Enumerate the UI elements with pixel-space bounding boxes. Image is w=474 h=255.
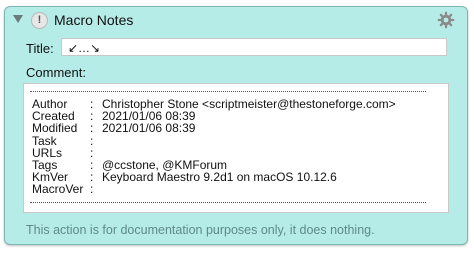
- comment-row-task: Task :: [32, 133, 396, 148]
- macro-notes-action-panel: ! Macro Notes Title: ↙…↘ Comment: Author: [4, 6, 468, 245]
- row-colon: :: [90, 182, 94, 197]
- comment-row-author: Author : Christopher Stone <scriptmeiste…: [32, 98, 396, 110]
- comment-row-kmver: KmVer : Keyboard Maestro 9.2d1 on macOS …: [32, 171, 396, 183]
- comment-label: Comment:: [26, 65, 86, 80]
- action-title: Macro Notes: [54, 12, 134, 28]
- comment-text-area[interactable]: Author : Christopher Stone <scriptmeiste…: [23, 83, 449, 213]
- warning-icon: !: [31, 12, 48, 29]
- row-colon: :: [90, 121, 94, 136]
- separator-line: [30, 91, 426, 92]
- row-value: 2021/01/06 08:39: [102, 121, 196, 136]
- action-header: ! Macro Notes: [5, 7, 467, 31]
- row-value: Keyboard Maestro 9.2d1 on macOS 10.12.6: [102, 170, 337, 185]
- title-field[interactable]: ↙…↘: [61, 38, 447, 56]
- title-label: Title:: [26, 41, 54, 56]
- row-colon: :: [90, 133, 94, 148]
- disclosure-triangle-icon[interactable]: [13, 15, 23, 23]
- action-description: This action is for documentation purpose…: [26, 223, 375, 237]
- row-key: Modified: [32, 121, 78, 136]
- separator-line: [30, 202, 426, 203]
- comment-rows: Author : Christopher Stone <scriptmeiste…: [32, 98, 396, 196]
- comment-row-modified: Modified : 2021/01/06 08:39: [32, 122, 396, 134]
- gear-icon[interactable]: [437, 11, 455, 29]
- row-key: MacroVer: [32, 182, 84, 197]
- comment-row-created: Created : 2021/01/06 08:39: [32, 110, 396, 122]
- row-key: Task: [32, 133, 57, 148]
- comment-row-macrover: MacroVer :: [32, 183, 396, 195]
